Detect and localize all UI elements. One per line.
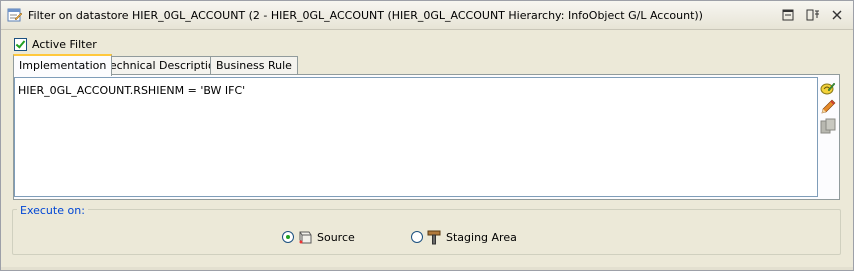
active-filter-label: Active Filter xyxy=(32,37,97,51)
source-icon xyxy=(297,229,313,245)
active-filter-checkbox-row[interactable]: Active Filter xyxy=(14,36,97,52)
staging-area-icon xyxy=(426,229,442,245)
tab-implementation[interactable]: Implementation xyxy=(13,54,113,76)
staging-area-radio-button[interactable] xyxy=(411,231,423,243)
expression-editor[interactable]: HIER_0GL_ACCOUNT.RSHIENM = 'BW IFC' xyxy=(14,77,818,197)
window-bottom-edge xyxy=(1,267,853,270)
implementation-panel: HIER_0GL_ACCOUNT.RSHIENM = 'BW IFC' xyxy=(13,74,840,200)
close-icon[interactable] xyxy=(828,6,846,24)
edit-window-icon xyxy=(7,7,23,23)
title-bar: Filter on datastore HIER_0GL_ACCOUNT (2 … xyxy=(1,1,853,30)
execute-on-legend: Execute on: xyxy=(17,204,88,217)
active-filter-checkbox[interactable] xyxy=(14,37,27,51)
pin-icon[interactable] xyxy=(804,6,822,24)
check-expression-icon xyxy=(820,118,836,134)
filter-dialog: Filter on datastore HIER_0GL_ACCOUNT (2 … xyxy=(0,0,854,271)
maximize-icon[interactable] xyxy=(779,6,797,24)
tab-business-rule[interactable]: Business Rule xyxy=(210,56,298,74)
editor-toolbar xyxy=(820,80,836,137)
source-radio-button[interactable] xyxy=(282,231,294,243)
edit-pencil-icon[interactable] xyxy=(820,99,836,115)
expression-text[interactable]: HIER_0GL_ACCOUNT.RSHIENM = 'BW IFC' xyxy=(18,84,245,97)
radio-source[interactable]: Source xyxy=(282,229,355,245)
source-label: Source xyxy=(317,230,355,244)
tab-technical-description[interactable]: Technical Description xyxy=(99,56,228,74)
radio-staging-area[interactable]: Staging Area xyxy=(411,229,517,245)
window-title: Filter on datastore HIER_0GL_ACCOUNT (2 … xyxy=(28,9,703,22)
staging-area-label: Staging Area xyxy=(446,230,517,244)
expression-editor-icon[interactable] xyxy=(820,80,836,96)
